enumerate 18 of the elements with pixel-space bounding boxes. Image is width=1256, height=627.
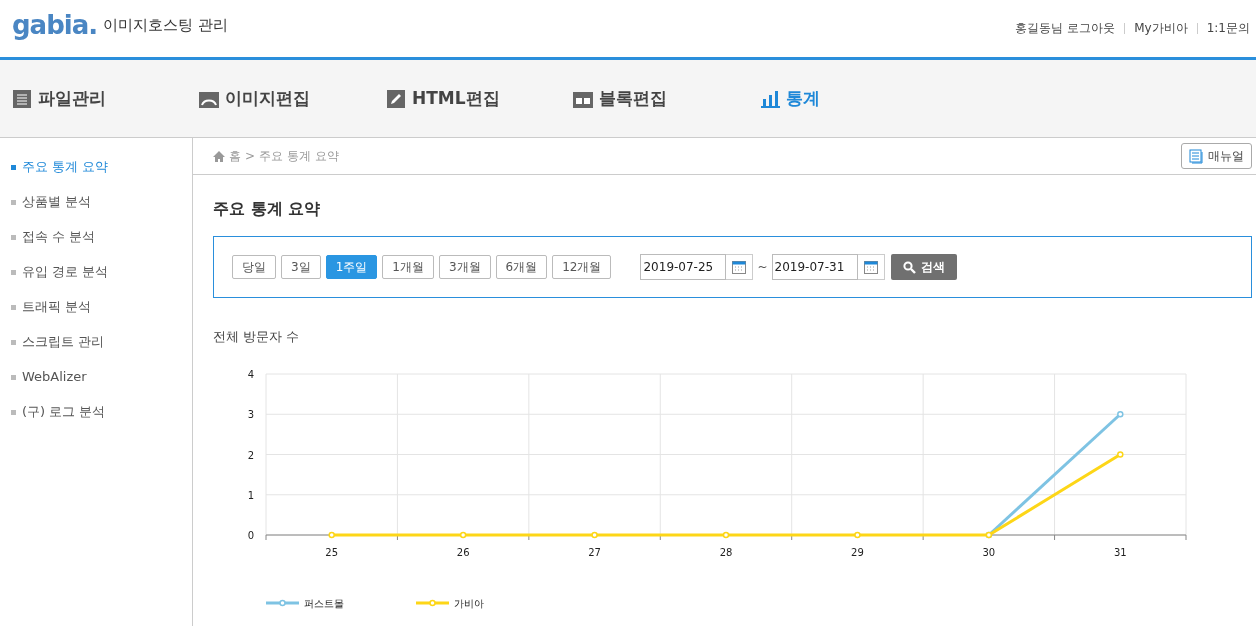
x-tick-label: 26	[456, 547, 470, 558]
x-tick-label: 28	[719, 547, 733, 558]
y-tick-label: 3	[247, 409, 254, 421]
x-tick-label: 29	[851, 547, 864, 558]
x-tick-label: 25	[325, 547, 339, 558]
chart-title: 전체 방문자 수	[213, 328, 301, 346]
y-tick-label: 0	[247, 530, 254, 541]
y-tick-label: 4	[247, 369, 254, 380]
x-tick-label: 27	[588, 547, 601, 558]
breadcrumb-separator: >	[245, 149, 256, 163]
x-tick-label: 31	[1113, 547, 1127, 558]
y-tick-label: 2	[247, 449, 254, 461]
breadcrumb-current: 주요 통계 요약	[259, 147, 339, 165]
date-range-separator: ~	[757, 260, 768, 274]
x-tick-label: 30	[982, 547, 996, 558]
app-title: 이미지호스팅 관리	[103, 15, 228, 35]
page-title: 주요 통계 요약	[213, 199, 322, 220]
y-tick-label: 1	[247, 489, 254, 501]
